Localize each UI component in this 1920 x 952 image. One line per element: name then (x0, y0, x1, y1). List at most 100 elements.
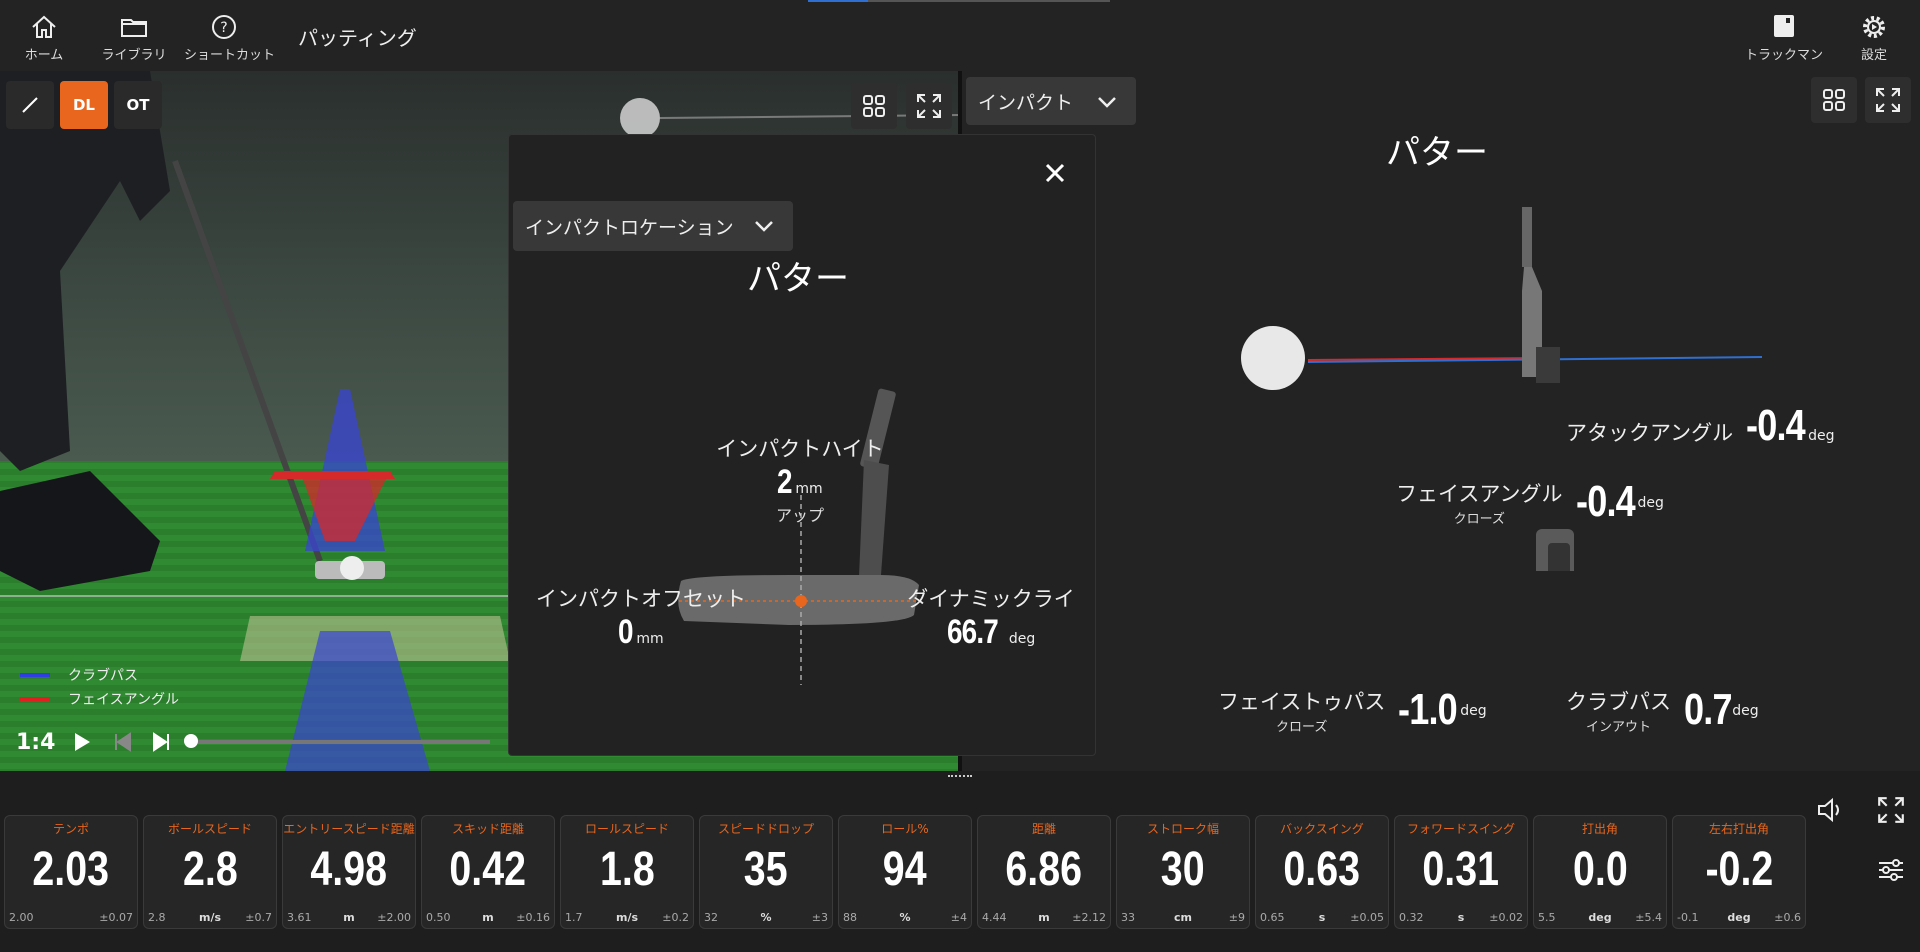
metric-deviation: ±0.05 (1350, 911, 1384, 924)
settings-button[interactable]: 設定 (1834, 10, 1914, 66)
metric-value: 0.63 (1283, 843, 1361, 896)
metric-value-wrap: 2.03 (5, 842, 137, 897)
face-angle-sub: クローズ (1453, 511, 1505, 527)
left-fullscreen-button[interactable] (906, 83, 952, 129)
metric-title: フォワードスイング (1406, 822, 1515, 836)
playback-rate[interactable]: 1:4 (16, 730, 62, 755)
overlay-legend: クラブパス フェイスアングル (20, 665, 179, 713)
metric-value: 0.31 (1422, 843, 1500, 896)
metric-card[interactable]: フォワードスイング 0.31 0.32 s ±0.02 (1394, 815, 1528, 929)
metric-card[interactable]: スキッド距離 0.42 0.50 m ±0.16 (421, 815, 555, 929)
resize-handle[interactable] (948, 775, 972, 779)
metric-card[interactable]: テンポ 2.03 2.00 ±0.07 (4, 815, 138, 929)
impact-offset: インパクトオフセット 0 mm (531, 583, 751, 652)
metric-card[interactable]: 距離 6.86 4.44 m ±2.12 (977, 815, 1111, 929)
previous-button[interactable] (102, 724, 142, 760)
face-to-path: フェイストゥパス クローズ -1.0 deg (1218, 685, 1487, 735)
metric-value: 2.03 (32, 843, 110, 896)
face-angle-unit: deg (1637, 494, 1664, 511)
metric-deviation: ±0.07 (99, 911, 133, 924)
metric-card[interactable]: ストローク幅 30 33 cm ±9 (1116, 815, 1250, 929)
draw-tool-button[interactable] (6, 81, 54, 129)
metric-value-wrap: 0.0 (1534, 842, 1666, 897)
metric-card[interactable]: 打出角 0.0 5.5 deg ±5.4 (1533, 815, 1667, 929)
metric-title: ボールスピード (167, 822, 252, 836)
help-icon: ? (212, 15, 236, 39)
metric-value-wrap: 0.42 (422, 842, 554, 897)
metric-value-wrap: -0.2 (1673, 842, 1805, 897)
metric-value-wrap: 0.31 (1395, 842, 1527, 897)
face-angle: フェイスアングル クローズ -0.4 deg (1396, 477, 1664, 527)
next-button[interactable] (142, 724, 182, 760)
metric-deviation: ±3 (811, 911, 828, 924)
metric-value: 1.8 (599, 843, 655, 896)
play-icon (75, 733, 90, 751)
metric-card[interactable]: 左右打出角 -0.2 -0.1 deg ±0.6 (1672, 815, 1806, 929)
metric-card[interactable]: バックスイング 0.63 0.65 s ±0.05 (1255, 815, 1389, 929)
metric-value: 0.42 (449, 843, 527, 896)
legend-club-path: クラブパス (20, 665, 179, 685)
club-path-sub: インアウト (1585, 719, 1651, 735)
metric-value: 30 (1161, 843, 1205, 896)
face-to-path-value: -1.0 (1398, 685, 1458, 734)
dl-button[interactable]: DL (60, 81, 108, 129)
trackman-device-icon (1774, 15, 1794, 37)
metric-value-wrap: 4.98 (283, 842, 415, 897)
svg-text:?: ? (220, 20, 227, 36)
skip-back-icon (115, 732, 131, 752)
metric-value: 4.98 (310, 843, 388, 896)
metric-title: スキッド距離 (451, 822, 524, 836)
metric-deviation: ±9 (1228, 911, 1245, 924)
grid-icon (863, 95, 885, 117)
page-title: パッティング (298, 26, 417, 50)
impact-offset-label: インパクトオフセット (536, 587, 746, 611)
metric-deviation: ±0.16 (516, 911, 550, 924)
sliders-icon[interactable] (1876, 855, 1906, 885)
metric-card[interactable]: ボールスピード 2.8 2.8 m/s ±0.7 (143, 815, 277, 929)
attack-angle-value: -0.4 (1746, 401, 1806, 450)
scrubber-thumb[interactable] (184, 734, 198, 748)
metric-value-wrap: 35 (700, 842, 832, 897)
face-to-path-sub: クローズ (1276, 719, 1328, 735)
impact-height: インパクトハイト 2 mm アップ (715, 433, 885, 526)
metric-title: ロールスピード (584, 822, 669, 836)
metric-title: 打出角 (1581, 822, 1618, 836)
impact-height-unit: mm (795, 481, 823, 497)
metric-title: 距離 (1031, 822, 1056, 836)
metric-card[interactable]: スピードドロップ 35 32% ±3 (699, 815, 833, 929)
metric-card[interactable]: ロール% 94 88% ±4 (838, 815, 972, 929)
play-button[interactable] (62, 724, 102, 760)
metric-value: 0.0 (1572, 843, 1628, 896)
metric-value-wrap: 2.8 (144, 842, 276, 897)
metric-value-wrap: 94 (839, 842, 971, 897)
top-bar: ホーム ライブラリ ? ショートカット パッティング トラックマン 設定 (0, 0, 1920, 71)
attack-angle-label: アタックアングル (1566, 421, 1734, 445)
impact-offset-unit: mm (636, 631, 664, 647)
metric-title: ストローク幅 (1146, 822, 1219, 836)
trackman-button[interactable]: トラックマン (1744, 10, 1824, 66)
metric-card[interactable]: エントリースピード距離 4.98 3.61 m ±2.00 (282, 815, 416, 929)
attack-angle-unit: deg (1808, 428, 1835, 444)
metric-deviation: ±0.6 (1774, 911, 1801, 924)
playback-scrubber[interactable] (184, 734, 490, 748)
ot-button[interactable]: OT (114, 81, 162, 129)
shortcut-button[interactable]: ? ショートカット (184, 10, 275, 66)
home-button[interactable]: ホーム (4, 10, 84, 66)
pencil-icon (22, 97, 38, 113)
expand-icon[interactable] (1876, 795, 1906, 825)
metric-deviation: ±5.4 (1635, 911, 1662, 924)
face-to-path-unit: deg (1460, 702, 1487, 719)
library-button[interactable]: ライブラリ (94, 10, 174, 66)
metrics-bar: テンポ 2.03 2.00 ±0.07 ボールスピード 2.8 2.8 m/s ±0.7 エントリ… (0, 771, 1920, 952)
playback-controls: 1:4 (0, 720, 510, 764)
metric-title: ロール% (881, 822, 929, 836)
skip-forward-icon (153, 732, 169, 752)
metric-value-wrap: 6.86 (978, 842, 1110, 897)
metric-deviation: ±4 (950, 911, 967, 924)
impact-height-label: インパクトハイト (716, 437, 884, 461)
left-layout-button[interactable] (851, 83, 897, 129)
metric-card[interactable]: ロールスピード 1.8 1.7 m/s ±0.2 (560, 815, 694, 929)
impact-height-value: 2 (777, 463, 793, 501)
volume-icon[interactable] (1815, 795, 1845, 825)
gear-icon (1863, 16, 1885, 38)
